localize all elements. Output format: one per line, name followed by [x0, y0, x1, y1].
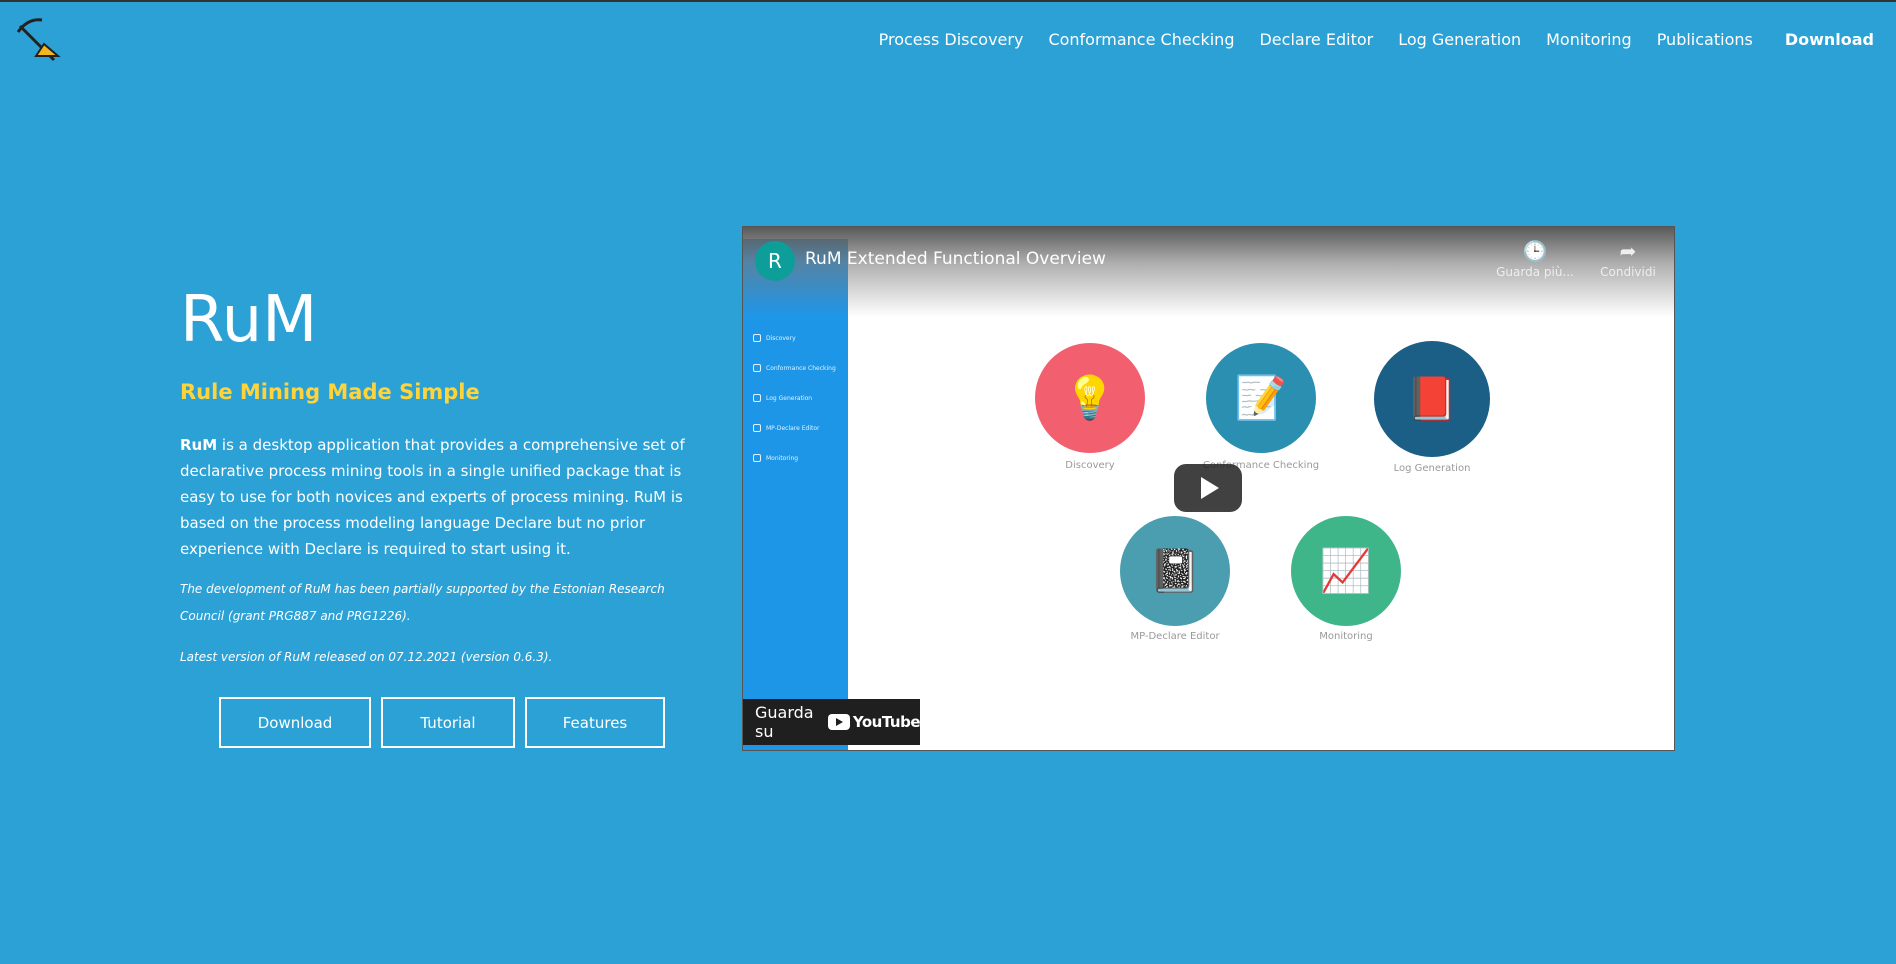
- tile-label-log-generation: Log Generation: [1393, 463, 1471, 474]
- notepad-icon: 📓: [1120, 516, 1230, 626]
- nav-log-generation[interactable]: Log Generation: [1398, 30, 1521, 49]
- video-title[interactable]: RuM Extended Functional Overview: [805, 249, 1106, 269]
- tile-label-editor: MP-Declare Editor: [1130, 631, 1220, 642]
- description-bold: RuM: [180, 436, 218, 454]
- youtube-wordmark: YouTube: [852, 713, 921, 731]
- edit-icon: [753, 424, 761, 432]
- share-icon: ➦: [1619, 239, 1637, 263]
- share-label: Condividi: [1600, 265, 1656, 279]
- log-icon: [753, 394, 761, 402]
- checklist-icon: 📝: [1206, 343, 1316, 453]
- youtube-play-icon: [827, 714, 850, 730]
- video-sidebar-item: Monitoring: [753, 454, 798, 462]
- video-sidebar-item: Discovery: [753, 334, 796, 342]
- log-document-icon: 📕: [1374, 341, 1490, 457]
- watch-later-label: Guarda più...: [1496, 265, 1574, 279]
- download-button[interactable]: Download: [219, 697, 371, 748]
- page-subtitle: Rule Mining Made Simple: [180, 380, 480, 404]
- nav-conformance-checking[interactable]: Conformance Checking: [1048, 30, 1234, 49]
- tile-label-discovery: Discovery: [1065, 460, 1115, 471]
- description: RuM is a desktop application that provid…: [180, 432, 710, 562]
- description-text: is a desktop application that provides a…: [180, 436, 685, 558]
- nav-monitoring[interactable]: Monitoring: [1546, 30, 1632, 49]
- youtube-logo: YouTube: [827, 713, 921, 731]
- bulb-icon: [753, 334, 761, 342]
- page-title: RuM: [180, 283, 318, 357]
- tile-label-monitoring: Monitoring: [1319, 631, 1373, 642]
- play-button[interactable]: [1174, 464, 1242, 512]
- watch-later-button[interactable]: 🕒 Guarda più...: [1495, 239, 1575, 279]
- channel-avatar[interactable]: R: [755, 241, 795, 281]
- funding-note: The development of RuM has been partiall…: [180, 582, 665, 623]
- video-sidebar-label: MP-Declare Editor: [766, 424, 820, 432]
- video-sidebar-item: Log Generation: [753, 394, 812, 402]
- top-navigation: Process Discovery Conformance Checking D…: [854, 30, 1874, 49]
- tutorial-button[interactable]: Tutorial: [381, 697, 515, 748]
- features-button[interactable]: Features: [525, 697, 665, 748]
- video-sidebar-item: MP-Declare Editor: [753, 424, 819, 432]
- share-button[interactable]: ➦ Condividi: [1588, 239, 1668, 279]
- check-icon: [753, 364, 761, 372]
- chart-icon: [753, 454, 761, 462]
- video-sidebar-item: Conformance Checking: [753, 364, 836, 372]
- hero-buttons: Download Tutorial Features: [219, 697, 675, 748]
- nav-publications[interactable]: Publications: [1657, 30, 1753, 49]
- video-sidebar-label: Discovery: [766, 334, 796, 342]
- nav-download[interactable]: Download: [1785, 30, 1874, 49]
- video-sidebar-label: Log Generation: [766, 394, 813, 402]
- version-note: Latest version of RuM released on 07.12.…: [180, 650, 553, 664]
- video-player[interactable]: Discovery Conformance Checking Log Gener…: [742, 226, 1675, 751]
- play-icon: [1201, 477, 1219, 499]
- monitor-icon: 📈: [1291, 516, 1401, 626]
- pickaxe-logo-icon[interactable]: [14, 16, 62, 64]
- nav-process-discovery[interactable]: Process Discovery: [879, 30, 1024, 49]
- watch-on-label: Guarda su: [755, 703, 814, 741]
- nav-declare-editor[interactable]: Declare Editor: [1259, 30, 1373, 49]
- clock-icon: 🕒: [1522, 239, 1548, 263]
- video-sidebar-label: Conformance Checking: [766, 364, 836, 372]
- lightbulb-icon: 💡: [1035, 343, 1145, 453]
- video-sidebar-label: Monitoring: [766, 454, 799, 462]
- watch-on-youtube-button[interactable]: Guarda su YouTube: [743, 699, 921, 745]
